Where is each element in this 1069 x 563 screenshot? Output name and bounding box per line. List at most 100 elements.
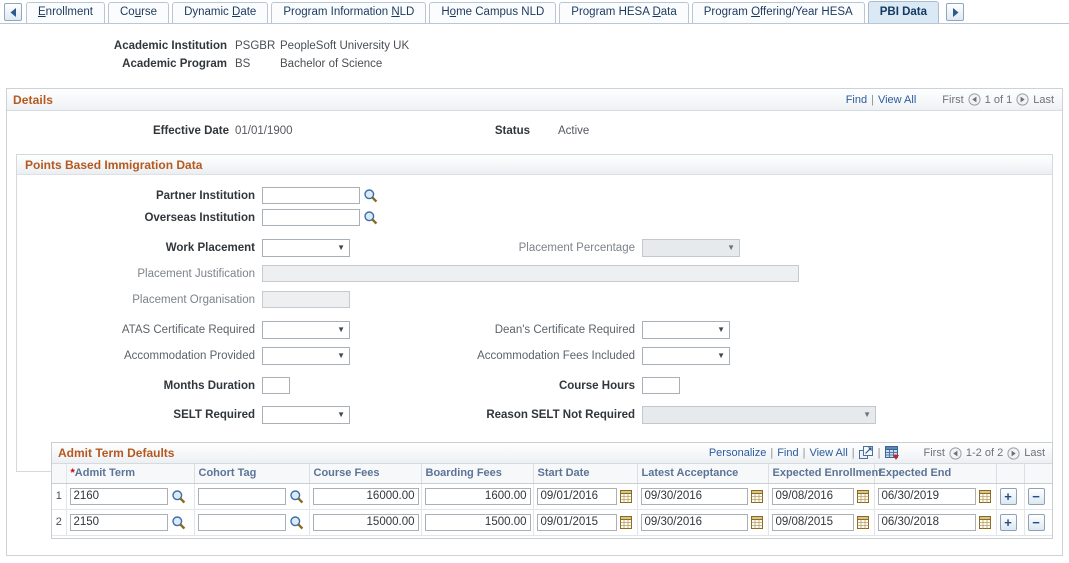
- cell-boarding-fees: [421, 483, 534, 510]
- grid-view-all-link[interactable]: View All: [809, 447, 847, 459]
- column-header-expected-enrollment[interactable]: Expected Enrollment: [768, 464, 882, 484]
- overseas-institution-input[interactable]: [262, 209, 360, 226]
- grid-next-icon[interactable]: [1007, 446, 1020, 460]
- details-last-label[interactable]: Last: [1033, 94, 1054, 106]
- grid-title: Admit Term Defaults: [58, 446, 175, 460]
- add-row-button[interactable]: +: [999, 513, 1017, 531]
- details-view-all-link[interactable]: View All: [878, 94, 916, 106]
- details-first-label[interactable]: First: [942, 94, 963, 106]
- tab-program-information-nld[interactable]: Program Information NLD: [271, 2, 427, 23]
- table-row: 2 2150 15000.00 1500.00 09/01/2015 09/30…: [52, 509, 1052, 536]
- boarding-fees-input[interactable]: [424, 487, 531, 505]
- placement-organisation-field: Placement Organisation: [17, 291, 350, 308]
- personalize-link[interactable]: Personalize: [709, 447, 766, 459]
- magnifier-icon[interactable]: [289, 489, 304, 504]
- tab-enrollment[interactable]: Enrollment: [26, 2, 105, 23]
- calendar-icon[interactable]: [750, 489, 765, 504]
- selt-required-select[interactable]: ▼: [262, 406, 350, 424]
- placement-justification-input[interactable]: [262, 265, 799, 282]
- details-nav: Find | View All First 1 of 1 Last: [846, 93, 1054, 106]
- placement-percentage-select[interactable]: ▼: [642, 239, 740, 257]
- expected-enrollment-input[interactable]: [771, 513, 854, 531]
- tab-label: Program Information NLD: [283, 6, 415, 19]
- details-find-link[interactable]: Find: [846, 94, 867, 106]
- previous-row-icon[interactable]: [968, 93, 981, 106]
- tab-label: PBI Data: [879, 5, 928, 18]
- accommodation-fees-field: Accommodation Fees Included ▼: [389, 347, 730, 365]
- calendar-icon[interactable]: [856, 489, 871, 504]
- column-header-admit-term[interactable]: *Admit Term: [66, 464, 195, 484]
- left-arrow-icon: [9, 7, 18, 18]
- tab-bar: Enrollment Course Dynamic Date Program I…: [0, 0, 1069, 24]
- column-header-course-fees[interactable]: Course Fees: [309, 464, 422, 484]
- remove-row-button[interactable]: −: [1027, 487, 1045, 505]
- work-placement-field: Work Placement ▼: [17, 239, 350, 257]
- partner-institution-input[interactable]: [262, 187, 360, 204]
- institution-code: PSGBR: [235, 40, 276, 52]
- deans-certificate-select[interactable]: ▼: [642, 321, 730, 339]
- column-header-expected-end[interactable]: Expected End: [874, 464, 997, 484]
- expand-grid-icon[interactable]: [858, 445, 874, 461]
- admit-term-input[interactable]: [69, 513, 168, 531]
- grid-previous-icon[interactable]: [949, 446, 962, 460]
- months-duration-input[interactable]: [262, 377, 290, 394]
- magnifier-icon[interactable]: [363, 188, 378, 203]
- admit-term-input[interactable]: [69, 487, 168, 505]
- calendar-icon[interactable]: [978, 489, 993, 504]
- add-row-button[interactable]: +: [999, 487, 1017, 505]
- latest-acceptance-input[interactable]: [640, 513, 748, 531]
- expected-end-input[interactable]: [877, 487, 976, 505]
- calendar-icon[interactable]: [750, 515, 765, 530]
- details-counter: 1 of 1: [984, 93, 1013, 106]
- tabs-next-button[interactable]: [946, 3, 965, 21]
- course-hours-input[interactable]: [642, 377, 680, 394]
- tab-dynamic-date[interactable]: Dynamic Date: [172, 2, 269, 23]
- start-date-input[interactable]: [536, 513, 617, 531]
- cohort-tag-input[interactable]: [197, 513, 286, 531]
- calendar-icon[interactable]: [978, 515, 993, 530]
- course-fees-input[interactable]: [312, 487, 419, 505]
- accommodation-provided-select[interactable]: ▼: [262, 347, 350, 365]
- tab-program-hesa-data[interactable]: Program HESA Data: [559, 2, 689, 23]
- tab-home-campus-nld[interactable]: Home Campus NLD: [429, 2, 557, 23]
- grid-find-link[interactable]: Find: [777, 447, 798, 459]
- next-row-icon[interactable]: [1016, 93, 1029, 106]
- tabs-previous-button[interactable]: [4, 3, 22, 21]
- magnifier-icon[interactable]: [171, 515, 186, 530]
- column-header-start-date[interactable]: Start Date: [533, 464, 638, 484]
- reason-selt-label: Reason SELT Not Required: [486, 409, 635, 421]
- column-header-cohort-tag[interactable]: Cohort Tag: [194, 464, 310, 484]
- placement-organisation-input[interactable]: [262, 291, 350, 308]
- magnifier-icon[interactable]: [363, 210, 378, 225]
- expected-enrollment-input[interactable]: [771, 487, 854, 505]
- tab-pbi-data[interactable]: PBI Data: [867, 1, 940, 23]
- course-fees-input[interactable]: [312, 513, 419, 531]
- work-placement-select[interactable]: ▼: [262, 239, 350, 257]
- calendar-icon[interactable]: [619, 515, 634, 530]
- start-date-input[interactable]: [536, 487, 617, 505]
- magnifier-icon[interactable]: [171, 489, 186, 504]
- calendar-icon[interactable]: [619, 489, 634, 504]
- divider: |: [770, 447, 774, 459]
- calendar-icon[interactable]: [856, 515, 871, 530]
- reason-selt-select[interactable]: ▼: [642, 406, 876, 424]
- tab-program-offering-year-hesa[interactable]: Program Offering/Year HESA: [691, 2, 865, 23]
- key-header: Academic Institution PSGBR PeopleSoft Un…: [0, 40, 1069, 76]
- reason-selt-field: Reason SELT Not Required ▼: [389, 406, 876, 424]
- grid-first-label[interactable]: First: [924, 447, 945, 459]
- remove-row-button[interactable]: −: [1027, 513, 1045, 531]
- boarding-fees-input[interactable]: [424, 513, 531, 531]
- download-spreadsheet-icon[interactable]: [884, 445, 900, 461]
- tab-label: Course: [119, 6, 158, 19]
- magnifier-icon[interactable]: [289, 515, 304, 530]
- accommodation-fees-select[interactable]: ▼: [642, 347, 730, 365]
- atas-certificate-select[interactable]: ▼: [262, 321, 350, 339]
- column-header-boarding-fees[interactable]: Boarding Fees: [421, 464, 534, 484]
- pbi-group-title: Points Based Immigration Data: [25, 157, 203, 172]
- tab-course[interactable]: Course: [107, 2, 170, 23]
- column-header-latest-acceptance[interactable]: Latest Acceptance: [637, 464, 769, 484]
- latest-acceptance-input[interactable]: [640, 487, 748, 505]
- cohort-tag-input[interactable]: [197, 487, 286, 505]
- expected-end-input[interactable]: [877, 513, 976, 531]
- grid-last-label[interactable]: Last: [1024, 447, 1045, 459]
